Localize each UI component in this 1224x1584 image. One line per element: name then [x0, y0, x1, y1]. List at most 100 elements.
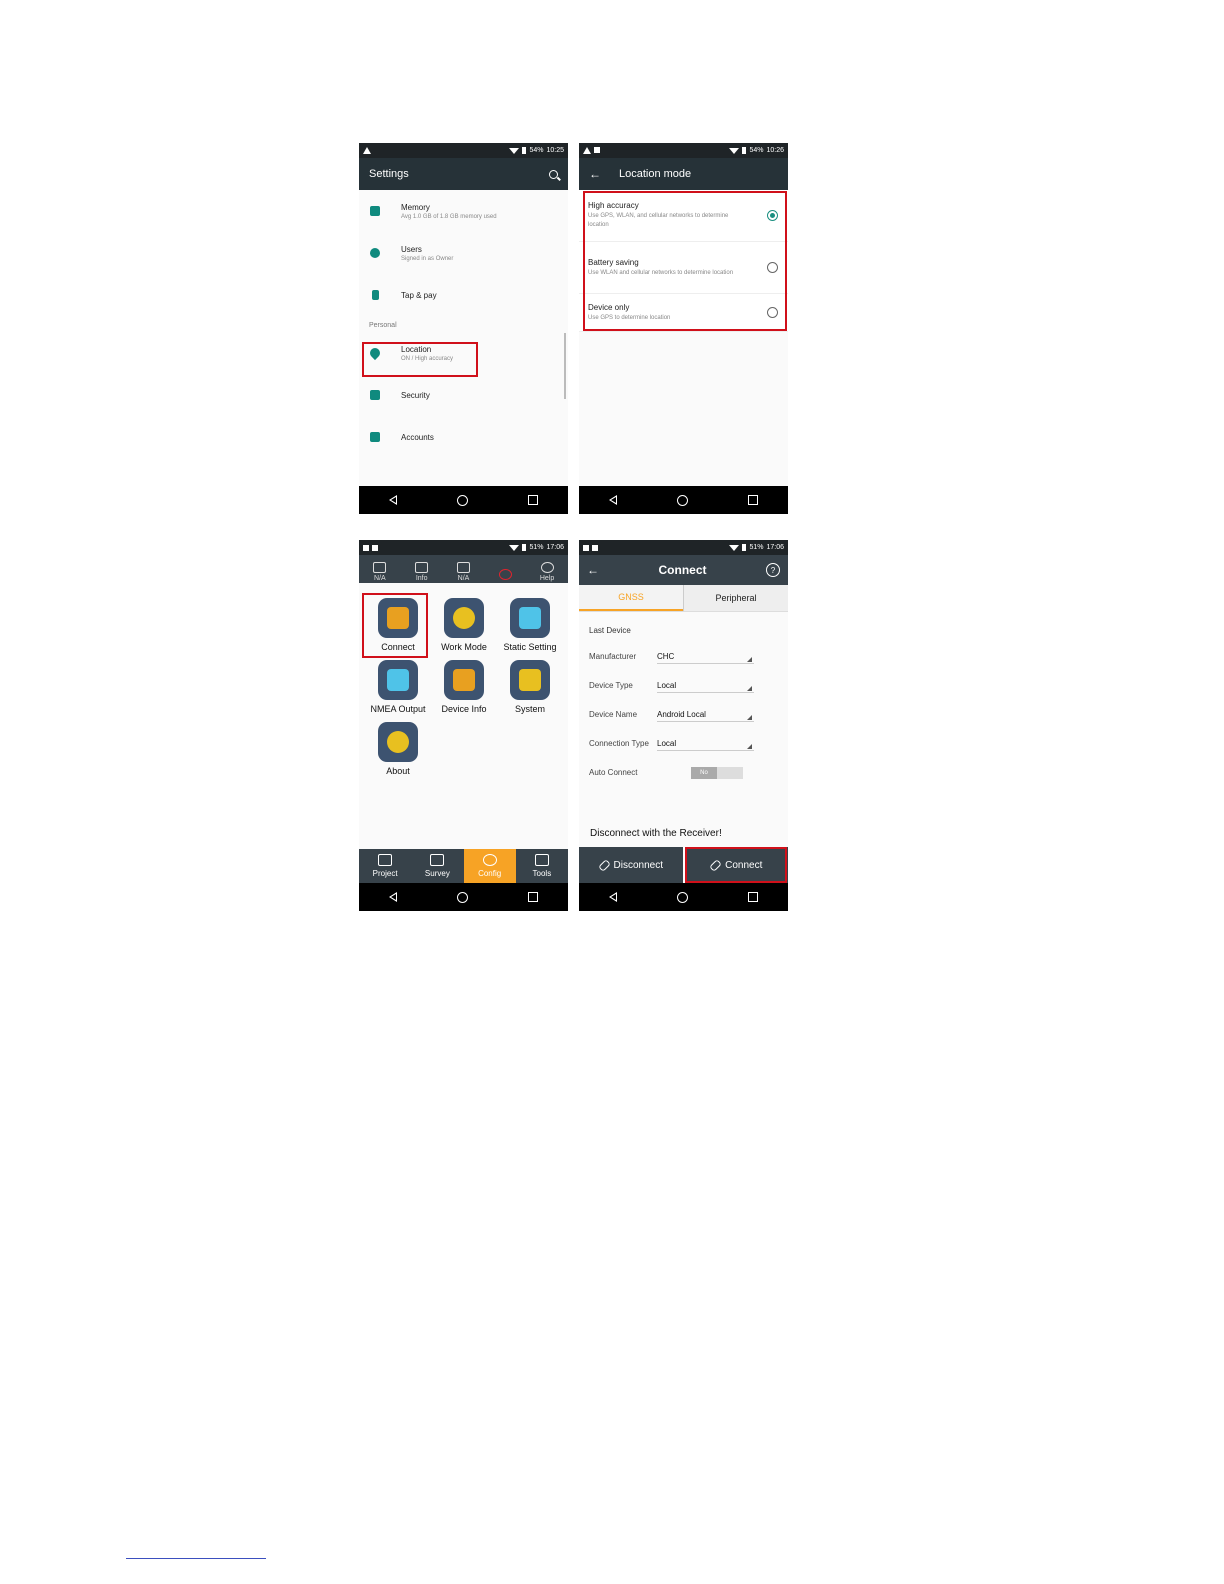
tab-config[interactable]: Config [463, 849, 516, 883]
status-bar: 51% 17:06 [579, 540, 788, 555]
about-icon [378, 722, 418, 762]
recents-icon[interactable] [748, 892, 758, 902]
page-title: Settings [369, 168, 409, 180]
arrow-back-icon[interactable]: ← [587, 563, 599, 577]
grid-item-device-info[interactable]: Device Info [431, 660, 497, 714]
connection-type-select[interactable]: Local [657, 736, 754, 751]
bottom-tabs: Project Survey Config Tools [359, 849, 568, 883]
home-icon[interactable] [677, 891, 688, 903]
help-icon[interactable]: ? [766, 563, 780, 577]
config-toolbar: N/A Info N/A Help [359, 555, 568, 583]
android-navbar [359, 883, 568, 911]
settings-item-tap-pay[interactable]: Tap & pay [359, 274, 568, 316]
highlight-box [362, 593, 428, 658]
scrollbar[interactable] [564, 333, 566, 399]
toolbar-settings[interactable]: N/A [443, 562, 483, 582]
record-icon [498, 569, 512, 580]
disconnect-button[interactable]: Disconnect [579, 847, 683, 883]
battery-icon [742, 147, 747, 154]
tab-label: Config [478, 869, 502, 878]
work-mode-icon [444, 598, 484, 638]
grid-item-work-mode[interactable]: Work Mode [431, 598, 497, 652]
wifi-icon [729, 147, 740, 154]
home-icon[interactable] [457, 891, 468, 903]
battery-icon [522, 544, 527, 551]
connect-tabs: GNSS Peripheral [579, 585, 788, 612]
config-icon [482, 854, 497, 866]
settings-item-users[interactable]: Users Signed in as Owner [359, 232, 568, 274]
recents-icon[interactable] [528, 495, 538, 505]
status-bar: 51% 17:06 [359, 540, 568, 555]
back-icon[interactable] [609, 495, 617, 505]
tab-peripheral[interactable]: Peripheral [683, 585, 788, 611]
grid-item-nmea-output[interactable]: NMEA Output [365, 660, 431, 714]
arrow-back-icon[interactable]: ← [589, 167, 601, 181]
notification-icon [592, 544, 598, 551]
auto-connect-toggle[interactable]: No [691, 766, 743, 779]
wifi-icon [729, 544, 740, 551]
button-label: Disconnect [613, 859, 663, 871]
highlight-box [583, 191, 787, 331]
warning-icon [363, 147, 371, 154]
device-icon [373, 562, 387, 573]
toolbar-record[interactable] [485, 569, 525, 582]
battery-level: 54% [749, 147, 764, 154]
toolbar-info[interactable]: Info [402, 562, 442, 582]
auto-connect-row: Auto Connect No [589, 758, 778, 787]
device-type-select[interactable]: Local [657, 678, 754, 693]
device-info-icon [444, 660, 484, 700]
grid-item-about[interactable]: About [365, 722, 431, 776]
page-title: Location mode [619, 168, 692, 180]
settings-item-accounts[interactable]: Accounts [359, 416, 568, 458]
android-navbar [359, 486, 568, 514]
settings-item-security[interactable]: Security [359, 374, 568, 416]
battery-icon [522, 147, 527, 154]
grid-label: System [514, 704, 545, 714]
grid-item-system[interactable]: System [497, 660, 563, 714]
location-mode-appbar: ← Location mode [579, 158, 788, 190]
nmea-output-icon [378, 660, 418, 700]
connect-form: Last Device Manufacturer CHC Device Type L… [579, 612, 788, 793]
settings-appbar: Settings [359, 158, 568, 190]
image-icon [363, 544, 369, 551]
home-icon[interactable] [457, 494, 468, 506]
item-title: Users [401, 244, 422, 254]
item-title: Memory [401, 202, 430, 212]
toolbar-help[interactable]: Help [527, 562, 567, 582]
wifi-icon [509, 544, 520, 551]
settings-list: Memory Avg 1.0 GB of 1.8 GB memory used … [359, 190, 568, 458]
settings-screen: 54% 10:25 Settings Memory Avg 1.0 GB of … [359, 143, 568, 514]
device-name-row: Device Name Android Local [589, 700, 778, 729]
settings-gear-icon [456, 562, 470, 573]
home-icon[interactable] [677, 494, 688, 506]
section-header: Personal [369, 322, 397, 329]
grid-item-static-setting[interactable]: Static Setting [497, 598, 563, 652]
tab-gnss[interactable]: GNSS [579, 585, 683, 611]
manufacturer-select[interactable]: CHC [657, 649, 754, 664]
android-navbar [579, 883, 788, 911]
help-icon [540, 562, 554, 573]
status-message: Disconnect with the Receiver! [590, 828, 722, 839]
tab-project[interactable]: Project [359, 849, 411, 883]
back-icon[interactable] [609, 892, 617, 902]
recents-icon[interactable] [528, 892, 538, 902]
clock: 17:06 [766, 544, 784, 551]
back-icon[interactable] [389, 892, 397, 902]
settings-item-memory[interactable]: Memory Avg 1.0 GB of 1.8 GB memory used [359, 190, 568, 232]
memory-icon [369, 205, 381, 217]
grid-label: About [386, 766, 410, 776]
item-subtitle: Signed in as Owner [401, 255, 454, 262]
image-icon [594, 147, 600, 153]
search-icon[interactable] [549, 169, 558, 179]
field-label: Connection Type [589, 738, 649, 748]
clock: 17:06 [546, 544, 564, 551]
battery-level: 54% [529, 147, 544, 154]
back-icon[interactable] [389, 495, 397, 505]
system-icon [510, 660, 550, 700]
toolbar-label: Help [539, 575, 555, 582]
toolbar-device[interactable]: N/A [360, 562, 400, 582]
recents-icon[interactable] [748, 495, 758, 505]
tab-tools[interactable]: Tools [516, 849, 568, 883]
device-name-select[interactable]: Android Local [657, 707, 754, 722]
tab-survey[interactable]: Survey [411, 849, 463, 883]
